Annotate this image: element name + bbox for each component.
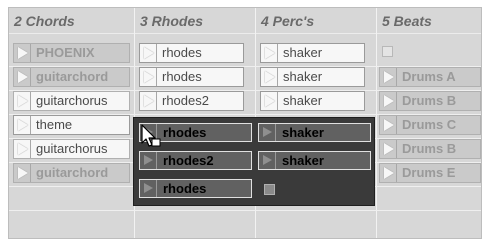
clip-launch-icon[interactable] [380,68,397,86]
clip-slot-rhodes-2[interactable]: rhodes [139,67,244,87]
mouse-pointer-icon [141,124,161,147]
clip-name: shaker [283,45,323,60]
clip-launch-icon[interactable] [14,164,31,182]
clip-slot-chords-5[interactable]: guitarchorus [13,139,130,159]
clip-launch-icon [140,152,157,169]
drag-clip-name: shaker [282,125,324,140]
clip-slot-percs-2[interactable]: shaker [260,67,365,87]
clip-slot-chords-6[interactable]: guitarchord [13,163,130,183]
clip-slot-chords-2[interactable]: guitarchord [13,67,130,87]
clip-stop-icon [264,184,275,195]
clip-launch-icon [259,152,276,169]
clip-name: theme [36,117,73,132]
clip-launch-icon[interactable] [380,164,397,182]
clip-launch-icon[interactable] [14,44,31,62]
clip-name: shaker [283,69,323,84]
clip-name: shaker [283,93,323,108]
clip-launch-icon[interactable] [140,68,157,86]
clip-slot-beats-2[interactable]: Drums A [379,67,481,87]
clip-slot-rhodes-3[interactable]: rhodes2 [139,91,244,111]
clip-slot-rhodes-1[interactable]: rhodes [139,43,244,63]
clip-launch-icon[interactable] [380,92,397,110]
drag-clip-rhodes-2: rhodes2 [139,151,252,170]
clip-launch-icon[interactable] [261,68,278,86]
clip-slot-beats-3[interactable]: Drums B [379,91,481,111]
track-header-percs[interactable]: 4 Perc's [256,8,376,34]
drag-clip-name: rhodes2 [163,153,214,168]
clip-name: rhodes [162,69,202,84]
clip-slot-percs-1[interactable]: shaker [260,43,365,63]
clip-launch-icon [140,180,157,197]
clip-launch-icon[interactable] [380,116,397,134]
clip-launch-icon[interactable] [14,140,31,158]
clip-slot-chords-1[interactable]: PHOENIX [13,43,130,63]
clip-slot-beats-1[interactable] [377,43,481,63]
clip-name: guitarchorus [36,141,108,156]
clip-slot-chords-3[interactable]: guitarchorus [13,91,130,111]
clip-name: Drums B [402,141,457,156]
clip-launch-icon[interactable] [261,44,278,62]
clip-name: PHOENIX [36,45,95,60]
scene-row-divider [9,210,481,211]
clip-slot-beats-6[interactable]: Drums E [379,163,481,183]
drag-clip-percs-2: shaker [258,151,371,170]
track-header-chords[interactable]: 2 Chords [9,8,134,34]
clip-name: rhodes [162,45,202,60]
clip-launch-icon[interactable] [140,44,157,62]
clip-name: guitarchord [36,69,109,84]
drag-clip-name: rhodes [163,125,207,140]
track-header-rhodes[interactable]: 3 Rhodes [135,8,255,34]
clip-launch-icon[interactable] [14,116,31,134]
drag-preview: rhodes rhodes2 rhodes shaker shaker [133,117,375,206]
clip-slot-percs-3[interactable]: shaker [260,91,365,111]
clip-name: Drums E [402,165,456,180]
drag-clip-name: shaker [282,153,324,168]
track-header-beats[interactable]: 5 Beats [377,8,481,34]
clip-slot-beats-5[interactable]: Drums B [379,139,481,159]
clip-launch-icon[interactable] [14,92,31,110]
clip-slot-beats-4[interactable]: Drums C [379,115,481,135]
clip-name: Drums C [402,117,457,132]
clip-name: rhodes2 [162,93,209,108]
clip-stop-icon[interactable] [382,46,393,57]
clip-launch-icon[interactable] [140,92,157,110]
clip-slot-chords-4[interactable]: theme [13,115,130,135]
clip-launch-icon[interactable] [261,92,278,110]
clip-launch-icon [259,124,276,141]
drag-clip-rhodes-3: rhodes [139,179,252,198]
clip-name: Drums B [402,93,457,108]
clip-name: guitarchord [36,165,109,180]
clip-name: guitarchorus [36,93,108,108]
drag-clip-name: rhodes [163,181,207,196]
clip-launch-icon[interactable] [14,68,31,86]
clip-launch-icon[interactable] [380,140,397,158]
drag-clip-percs-1: shaker [258,123,371,142]
clip-name: Drums A [402,69,456,84]
